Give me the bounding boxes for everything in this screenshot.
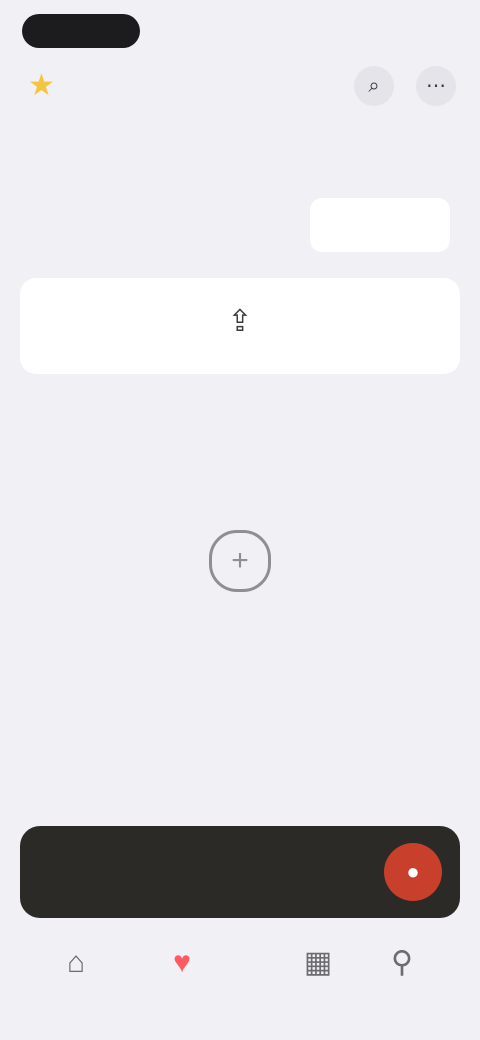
segment-0[interactable] <box>30 198 170 252</box>
record-icon[interactable]: ● <box>384 843 442 901</box>
heart-icon: ♥ <box>173 946 191 979</box>
import-card[interactable]: ⇪ <box>20 278 460 374</box>
tab-library[interactable]: ▦ <box>278 944 358 984</box>
home-icon: ⌂ <box>66 946 86 979</box>
profile-icon: ⚲ <box>391 946 413 979</box>
library-icon: ▦ <box>303 946 333 979</box>
upload-icon: ⇪ <box>227 305 253 338</box>
tab-home[interactable]: ⌂ <box>36 944 116 984</box>
plus-circle-icon: + <box>209 530 271 592</box>
top-row: ★ ⌕ ⋯ <box>0 60 480 116</box>
player-bar[interactable]: ● <box>20 826 460 918</box>
segment-2[interactable] <box>310 198 450 252</box>
search-icon[interactable]: ⌕ <box>354 66 394 106</box>
segment-1[interactable] <box>170 198 310 252</box>
status-bar <box>0 0 480 60</box>
segmented-control <box>30 198 450 252</box>
empty-state: + <box>0 530 480 622</box>
more-icon[interactable]: ⋯ <box>416 66 456 106</box>
tab-favorites[interactable]: ♥ <box>142 944 222 984</box>
status-pill <box>22 14 140 48</box>
tab-bar: ⌂ ♥ ▦ ⚲ <box>0 930 480 1040</box>
star-icon[interactable]: ★ <box>28 68 55 103</box>
tab-profile[interactable]: ⚲ <box>362 944 442 984</box>
